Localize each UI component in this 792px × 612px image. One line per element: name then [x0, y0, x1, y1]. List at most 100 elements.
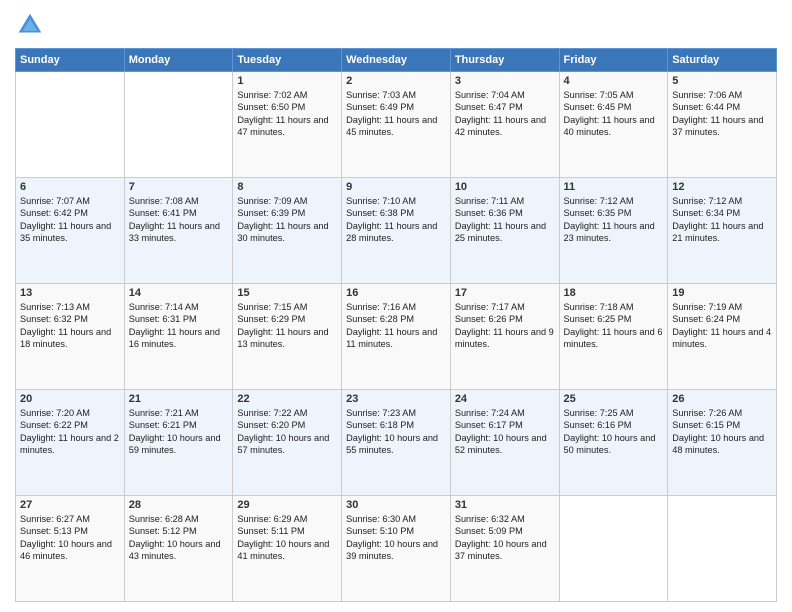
weekday-header-row: SundayMondayTuesdayWednesdayThursdayFrid… — [16, 49, 777, 72]
week-row-4: 20Sunrise: 7:20 AM Sunset: 6:22 PM Dayli… — [16, 390, 777, 496]
day-number: 7 — [129, 181, 229, 193]
page: SundayMondayTuesdayWednesdayThursdayFrid… — [0, 0, 792, 612]
cell-details: Sunrise: 6:27 AM Sunset: 5:13 PM Dayligh… — [20, 513, 120, 563]
weekday-header-saturday: Saturday — [668, 49, 777, 72]
calendar-cell: 24 Sunrise: 7:24 AM Sunset: 6:17 PM Dayli… — [450, 390, 559, 496]
calendar-cell: 12 Sunrise: 7:12 AM Sunset: 6:34 PM Dayli… — [668, 178, 777, 284]
day-number: 2 — [346, 75, 446, 87]
calendar-table: SundayMondayTuesdayWednesdayThursdayFrid… — [15, 48, 777, 602]
calendar-cell: 18 Sunrise: 7:18 AM Sunset: 6:25 PM Dayli… — [559, 284, 668, 390]
calendar-cell: 16Sunrise: 7:16 AM Sunset: 6:28 PM Dayli… — [342, 284, 451, 390]
week-row-3: 13Sunrise: 7:13 AM Sunset: 6:32 PM Dayli… — [16, 284, 777, 390]
cell-details: Sunrise: 7:17 AM Sunset: 6:26 PM Dayligh… — [455, 301, 555, 351]
weekday-header-friday: Friday — [559, 49, 668, 72]
cell-details: Sunrise: 7:24 AM Sunset: 6:17 PM Dayligh… — [455, 407, 555, 457]
day-number: 6 — [20, 181, 120, 193]
day-number: 4 — [564, 75, 664, 87]
cell-details: Sunrise: 7:21 AM Sunset: 6:21 PM Dayligh… — [129, 407, 229, 457]
day-number: 18 — [564, 287, 664, 299]
day-number: 1 — [237, 75, 337, 87]
cell-details: Sunrise: 6:29 AM Sunset: 5:11 PM Dayligh… — [237, 513, 337, 563]
logo-icon — [15, 10, 45, 40]
calendar-cell: 10 Sunrise: 7:11 AM Sunset: 6:36 PM Dayli… — [450, 178, 559, 284]
calendar-cell: 6 Sunrise: 7:07 AM Sunset: 6:42 PM Daylig… — [16, 178, 125, 284]
cell-details: Sunrise: 7:18 AM Sunset: 6:25 PM Dayligh… — [564, 301, 664, 351]
cell-details: Sunrise: 7:11 AM Sunset: 6:36 PM Dayligh… — [455, 195, 555, 245]
calendar-cell: 19 Sunrise: 7:19 AM Sunset: 6:24 PM Dayli… — [668, 284, 777, 390]
cell-details: Sunrise: 7:10 AM Sunset: 6:38 PM Dayligh… — [346, 195, 446, 245]
day-number: 10 — [455, 181, 555, 193]
day-number: 30 — [346, 499, 446, 511]
cell-details: Sunrise: 7:19 AM Sunset: 6:24 PM Dayligh… — [672, 301, 772, 351]
cell-details: Sunrise: 7:13 AM Sunset: 6:32 PM Dayligh… — [20, 301, 120, 351]
cell-details: Sunrise: 7:02 AM Sunset: 6:50 PM Dayligh… — [237, 89, 337, 139]
day-number: 27 — [20, 499, 120, 511]
day-number: 26 — [672, 393, 772, 405]
week-row-2: 6 Sunrise: 7:07 AM Sunset: 6:42 PM Daylig… — [16, 178, 777, 284]
day-number: 12 — [672, 181, 772, 193]
day-number: 22 — [237, 393, 337, 405]
day-number: 31 — [455, 499, 555, 511]
day-number: 23 — [346, 393, 446, 405]
day-number: 25 — [564, 393, 664, 405]
cell-details: Sunrise: 7:04 AM Sunset: 6:47 PM Dayligh… — [455, 89, 555, 139]
cell-details: Sunrise: 7:12 AM Sunset: 6:34 PM Dayligh… — [672, 195, 772, 245]
calendar-cell: 1 Sunrise: 7:02 AM Sunset: 6:50 PM Daylig… — [233, 72, 342, 178]
cell-details: Sunrise: 7:12 AM Sunset: 6:35 PM Dayligh… — [564, 195, 664, 245]
cell-details: Sunrise: 6:30 AM Sunset: 5:10 PM Dayligh… — [346, 513, 446, 563]
calendar-cell: 28 Sunrise: 6:28 AM Sunset: 5:12 PM Dayli… — [124, 496, 233, 602]
calendar-cell: 22 Sunrise: 7:22 AM Sunset: 6:20 PM Dayli… — [233, 390, 342, 496]
header — [15, 10, 777, 40]
cell-details: Sunrise: 7:09 AM Sunset: 6:39 PM Dayligh… — [237, 195, 337, 245]
calendar-cell: 15 Sunrise: 7:15 AM Sunset: 6:29 PM Dayli… — [233, 284, 342, 390]
day-number: 9 — [346, 181, 446, 193]
calendar-cell: 7 Sunrise: 7:08 AM Sunset: 6:41 PM Daylig… — [124, 178, 233, 284]
calendar-cell — [559, 496, 668, 602]
day-number: 11 — [564, 181, 664, 193]
calendar-cell: 31 Sunrise: 6:32 AM Sunset: 5:09 PM Dayli… — [450, 496, 559, 602]
day-number: 8 — [237, 181, 337, 193]
day-number: 21 — [129, 393, 229, 405]
weekday-header-monday: Monday — [124, 49, 233, 72]
calendar-cell: 20Sunrise: 7:20 AM Sunset: 6:22 PM Dayli… — [16, 390, 125, 496]
cell-details: Sunrise: 7:03 AM Sunset: 6:49 PM Dayligh… — [346, 89, 446, 139]
day-number: 3 — [455, 75, 555, 87]
cell-details: Sunrise: 6:32 AM Sunset: 5:09 PM Dayligh… — [455, 513, 555, 563]
week-row-5: 27 Sunrise: 6:27 AM Sunset: 5:13 PM Dayli… — [16, 496, 777, 602]
cell-details: Sunrise: 7:25 AM Sunset: 6:16 PM Dayligh… — [564, 407, 664, 457]
cell-details: Sunrise: 7:26 AM Sunset: 6:15 PM Dayligh… — [672, 407, 772, 457]
cell-details: Sunrise: 7:07 AM Sunset: 6:42 PM Dayligh… — [20, 195, 120, 245]
weekday-header-thursday: Thursday — [450, 49, 559, 72]
calendar-cell: 13Sunrise: 7:13 AM Sunset: 6:32 PM Dayli… — [16, 284, 125, 390]
calendar-cell: 30 Sunrise: 6:30 AM Sunset: 5:10 PM Dayli… — [342, 496, 451, 602]
calendar-cell: 26 Sunrise: 7:26 AM Sunset: 6:15 PM Dayli… — [668, 390, 777, 496]
day-number: 28 — [129, 499, 229, 511]
day-number: 24 — [455, 393, 555, 405]
calendar-cell: 5Sunrise: 7:06 AM Sunset: 6:44 PM Daylig… — [668, 72, 777, 178]
calendar-cell: 27 Sunrise: 6:27 AM Sunset: 5:13 PM Dayli… — [16, 496, 125, 602]
cell-details: Sunrise: 7:16 AM Sunset: 6:28 PM Dayligh… — [346, 301, 446, 351]
day-number: 15 — [237, 287, 337, 299]
calendar-cell — [668, 496, 777, 602]
cell-details: Sunrise: 7:14 AM Sunset: 6:31 PM Dayligh… — [129, 301, 229, 351]
logo — [15, 10, 49, 40]
day-number: 20 — [20, 393, 120, 405]
day-number: 14 — [129, 287, 229, 299]
calendar-cell: 4 Sunrise: 7:05 AM Sunset: 6:45 PM Daylig… — [559, 72, 668, 178]
weekday-header-wednesday: Wednesday — [342, 49, 451, 72]
calendar-cell: 23Sunrise: 7:23 AM Sunset: 6:18 PM Dayli… — [342, 390, 451, 496]
cell-details: Sunrise: 7:22 AM Sunset: 6:20 PM Dayligh… — [237, 407, 337, 457]
cell-details: Sunrise: 7:15 AM Sunset: 6:29 PM Dayligh… — [237, 301, 337, 351]
day-number: 29 — [237, 499, 337, 511]
cell-details: Sunrise: 7:08 AM Sunset: 6:41 PM Dayligh… — [129, 195, 229, 245]
weekday-header-tuesday: Tuesday — [233, 49, 342, 72]
calendar-cell: 25 Sunrise: 7:25 AM Sunset: 6:16 PM Dayli… — [559, 390, 668, 496]
calendar-cell: 8 Sunrise: 7:09 AM Sunset: 6:39 PM Daylig… — [233, 178, 342, 284]
cell-details: Sunrise: 7:06 AM Sunset: 6:44 PM Dayligh… — [672, 89, 772, 139]
week-row-1: 1 Sunrise: 7:02 AM Sunset: 6:50 PM Daylig… — [16, 72, 777, 178]
calendar-cell: 21 Sunrise: 7:21 AM Sunset: 6:21 PM Dayli… — [124, 390, 233, 496]
day-number: 17 — [455, 287, 555, 299]
cell-details: Sunrise: 6:28 AM Sunset: 5:12 PM Dayligh… — [129, 513, 229, 563]
day-number: 19 — [672, 287, 772, 299]
cell-details: Sunrise: 7:05 AM Sunset: 6:45 PM Dayligh… — [564, 89, 664, 139]
